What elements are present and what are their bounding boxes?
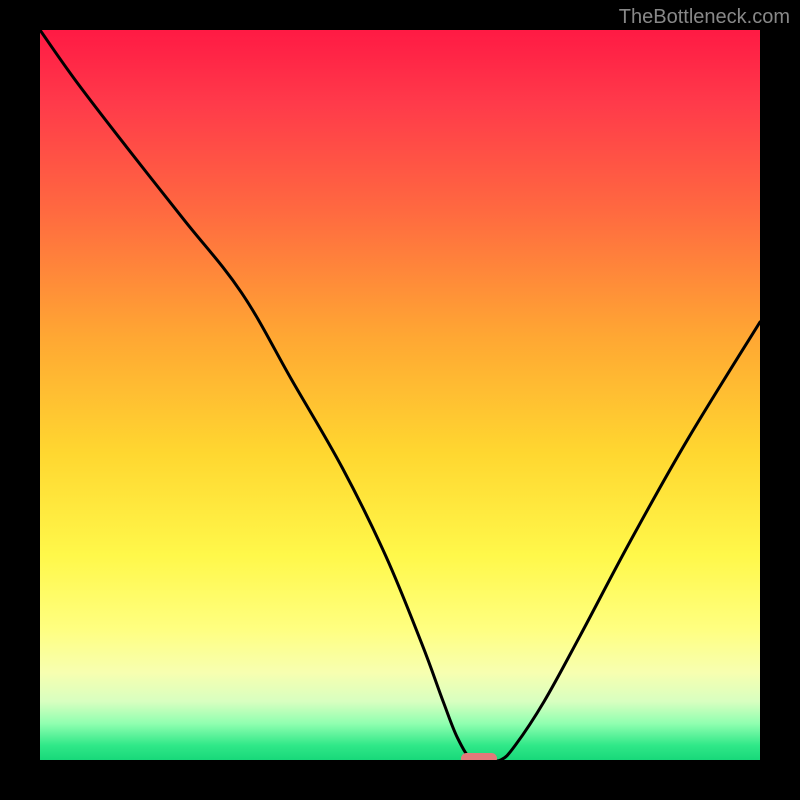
plot-area bbox=[40, 30, 760, 760]
optimal-marker bbox=[461, 753, 497, 760]
bottleneck-curve bbox=[40, 30, 760, 760]
curve-svg bbox=[40, 30, 760, 760]
watermark-text: TheBottleneck.com bbox=[619, 6, 790, 29]
